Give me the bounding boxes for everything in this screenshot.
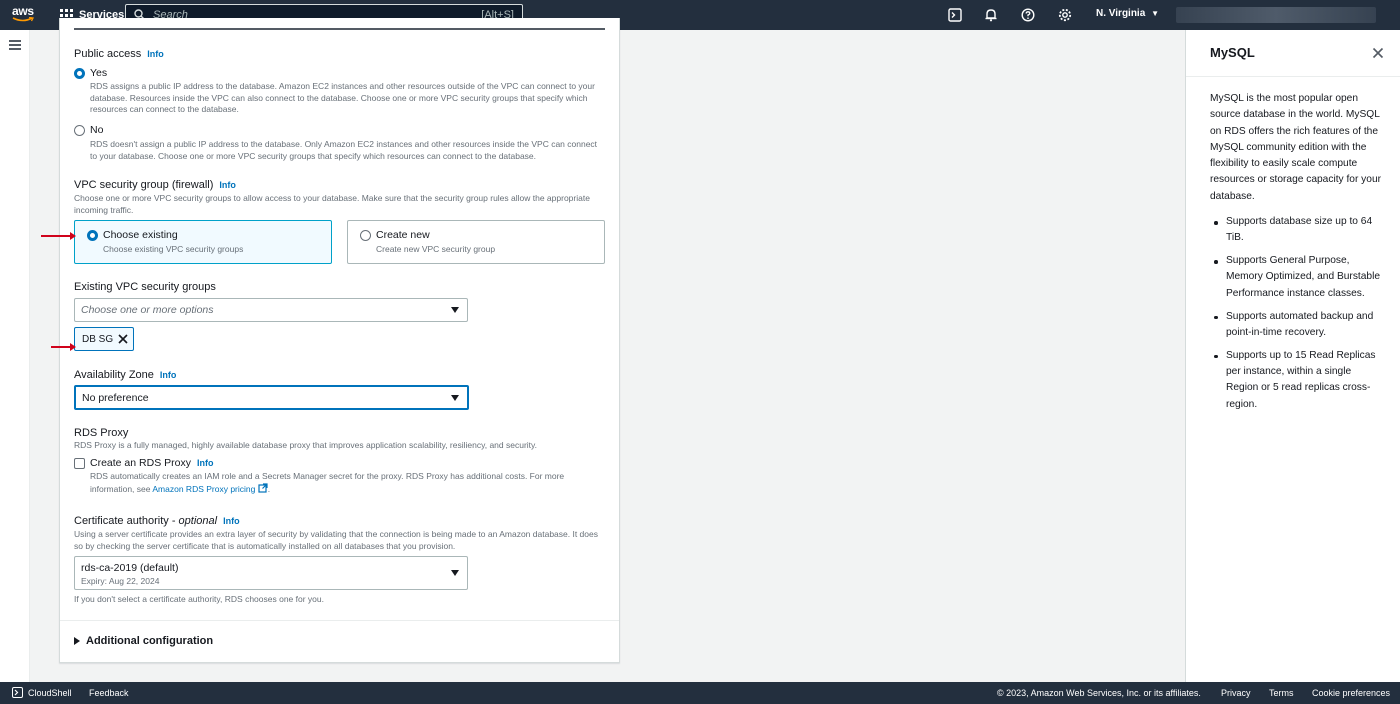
terms-link[interactable]: Terms [1269, 688, 1294, 698]
copyright-text: © 2023, Amazon Web Services, Inc. or its… [997, 688, 1201, 698]
remove-token-close-icon[interactable] [117, 333, 129, 345]
public-access-no-description: RDS doesn't assign a public IP address t… [90, 139, 598, 161]
public-access-heading: Public access Info [74, 48, 164, 60]
rds-proxy-label: RDS Proxy [74, 427, 129, 439]
certificate-authority-info-link[interactable]: Info [223, 516, 240, 526]
public-access-no-radio[interactable] [74, 125, 85, 136]
settings-gear-icon[interactable] [1057, 7, 1073, 23]
section-divider [60, 620, 619, 621]
help-panel-intro: MySQL is the most popular open source da… [1210, 93, 1381, 202]
create-new-radio[interactable] [360, 230, 371, 241]
create-rds-proxy-description: RDS automatically creates an IAM role an… [90, 471, 565, 494]
annotation-arrow [41, 232, 76, 240]
vpc-security-group-heading: VPC security group (firewall) Info [74, 179, 236, 191]
menu-hamburger-icon[interactable] [9, 40, 21, 50]
close-icon[interactable] [1372, 47, 1384, 59]
public-access-no-label: No [90, 124, 104, 136]
caret-right-icon [74, 637, 80, 645]
public-access-label: Public access [74, 48, 142, 60]
previous-field-border [74, 28, 605, 30]
availability-zone-label: Availability Zone [74, 369, 154, 381]
help-panel: MySQL MySQL is the most popular open sou… [1185, 30, 1400, 682]
choose-existing-radio[interactable] [87, 230, 98, 241]
external-link-icon [258, 482, 268, 493]
public-access-yes-radio[interactable] [74, 68, 85, 79]
existing-vpc-groups-placeholder: Choose one or more options [81, 304, 214, 316]
help-icon[interactable] [1020, 7, 1036, 23]
list-item: Supports automated backup and point-in-t… [1210, 309, 1382, 342]
create-new-title: Create new [376, 229, 430, 241]
list-item: Supports up to 15 Read Replicas per inst… [1210, 348, 1382, 413]
security-group-token-label: DB SG [82, 334, 114, 345]
caret-down-icon [451, 395, 459, 401]
vpc-security-group-info-link[interactable]: Info [219, 180, 236, 190]
certificate-authority-optional: optional [178, 515, 218, 527]
public-access-yes-description: RDS assigns a public IP address to the d… [90, 81, 595, 114]
help-panel-title: MySQL [1210, 45, 1255, 60]
create-new-tile[interactable]: Create new Create new VPC security group [347, 220, 605, 264]
cloudshell-icon[interactable] [12, 687, 23, 698]
aws-logo-text: aws [12, 4, 34, 18]
availability-zone-heading: Availability Zone Info [74, 369, 176, 381]
certificate-authority-label: Certificate authority - [74, 515, 179, 527]
list-item: Supports General Purpose, Memory Optimiz… [1210, 253, 1382, 302]
caret-down-icon [451, 307, 459, 313]
availability-zone-select[interactable]: No preference [74, 385, 469, 410]
vpc-security-group-description: Choose one or more VPC security groups t… [74, 193, 590, 215]
certificate-authority-expiry: Expiry: Aug 22, 2024 [81, 576, 160, 586]
cloudshell-icon[interactable] [947, 7, 963, 23]
choose-existing-title: Choose existing [103, 229, 178, 241]
create-rds-proxy-heading: Create an RDS Proxy Info [90, 457, 213, 469]
existing-vpc-groups-select[interactable]: Choose one or more options [74, 298, 468, 322]
additional-configuration-expander[interactable]: Additional configuration [74, 635, 213, 647]
cookie-preferences-link[interactable]: Cookie preferences [1312, 688, 1390, 698]
availability-zone-info-link[interactable]: Info [160, 370, 177, 380]
privacy-link[interactable]: Privacy [1221, 688, 1251, 698]
chevron-down-icon: ▼ [1151, 9, 1159, 18]
cloudshell-link[interactable]: CloudShell [28, 688, 72, 698]
vpc-security-group-label: VPC security group (firewall) [74, 179, 214, 191]
account-menu[interactable] [1176, 7, 1376, 23]
choose-existing-tile[interactable]: Choose existing Choose existing VPC secu… [74, 220, 332, 264]
region-label: N. Virginia [1096, 8, 1146, 19]
notifications-bell-icon[interactable] [983, 7, 999, 23]
create-rds-proxy-checkbox[interactable] [74, 458, 85, 469]
certificate-authority-description: Using a server certificate provides an e… [74, 529, 598, 551]
create-rds-proxy-info-link[interactable]: Info [197, 458, 214, 468]
existing-vpc-groups-label: Existing VPC security groups [74, 281, 216, 293]
help-panel-feature-list: Supports database size up to 64 TiB. Sup… [1210, 214, 1382, 420]
security-group-token: DB SG [74, 327, 134, 351]
public-access-info-link[interactable]: Info [147, 49, 164, 59]
availability-zone-value: No preference [82, 392, 149, 404]
public-access-yes-label: Yes [90, 67, 108, 79]
certificate-authority-heading: Certificate authority - optional Info [74, 515, 240, 527]
side-navigation [0, 30, 30, 682]
region-selector[interactable]: N. Virginia ▼ [1096, 8, 1159, 19]
caret-down-icon [451, 570, 459, 576]
rds-proxy-description: RDS Proxy is a fully managed, highly ava… [74, 440, 538, 450]
aws-logo[interactable]: aws [12, 5, 38, 25]
create-new-subtitle: Create new VPC security group [376, 244, 496, 254]
certificate-authority-value: rds-ca-2019 (default) [81, 562, 179, 574]
choose-existing-subtitle: Choose existing VPC security groups [103, 244, 244, 254]
footer-bar: CloudShell Feedback © 2023, Amazon Web S… [0, 682, 1400, 704]
rds-proxy-pricing-link[interactable]: Amazon RDS Proxy pricing [152, 484, 255, 494]
additional-configuration-label: Additional configuration [86, 635, 214, 647]
annotation-arrow [51, 343, 76, 351]
feedback-link[interactable]: Feedback [89, 688, 129, 698]
certificate-authority-select[interactable]: rds-ca-2019 (default) Expiry: Aug 22, 20… [74, 556, 468, 590]
create-rds-proxy-label: Create an RDS Proxy [90, 457, 191, 469]
list-item: Supports database size up to 64 TiB. [1210, 214, 1382, 247]
help-panel-divider [1186, 76, 1400, 77]
certificate-authority-hint: If you don't select a certificate author… [74, 594, 324, 604]
